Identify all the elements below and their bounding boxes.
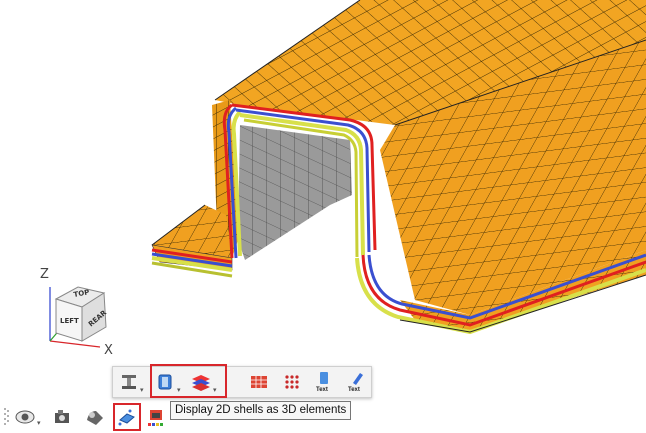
i-beam-icon <box>122 375 136 389</box>
text-icon-label: Text <box>316 387 328 393</box>
z-axis-label: Z <box>40 267 49 282</box>
cube-left-label: LEFT <box>60 317 79 325</box>
chevron-down-icon[interactable]: ▾ <box>37 419 41 427</box>
drag-handle[interactable] <box>3 406 9 428</box>
x-axis-label: X <box>104 343 113 358</box>
nodes-display-button[interactable] <box>280 370 304 394</box>
text-pen-icon: Text <box>348 373 363 393</box>
text-icon-label: Text <box>348 387 360 393</box>
red-cube-grid-icon <box>251 376 267 388</box>
dot-grid-icon <box>285 375 299 389</box>
chevron-down-icon[interactable]: ▾ <box>140 386 144 394</box>
shell-inner-wall <box>238 125 352 260</box>
text-label-button-2[interactable]: Text <box>344 370 368 394</box>
text-tag-icon: Text <box>316 372 328 393</box>
shading-button[interactable] <box>84 406 106 428</box>
camera-button[interactable] <box>52 406 74 428</box>
solid-elements-button[interactable] <box>247 370 271 394</box>
thickness-display-icon <box>118 409 135 426</box>
x-axis-line <box>49 340 101 348</box>
camera-icon <box>55 410 69 423</box>
shell-to-3d-button[interactable] <box>116 406 138 428</box>
highlight-box-popup <box>150 364 227 398</box>
eye-icon <box>15 410 35 424</box>
color-palette-icon <box>148 410 163 426</box>
visibility-button[interactable] <box>14 406 36 428</box>
shaded-shape-icon <box>87 411 103 425</box>
tooltip: Display 2D shells as 3D elements <box>170 401 352 420</box>
text-label-button-1[interactable]: Text <box>312 370 336 394</box>
color-by-button[interactable] <box>145 406 167 428</box>
shell-display-button[interactable] <box>117 370 141 394</box>
